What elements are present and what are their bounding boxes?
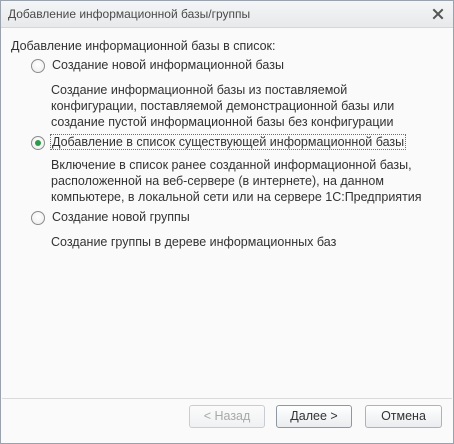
description-line: расположенной на веб-сервере (в интернет…: [51, 174, 384, 188]
option-new-infobase-description: Создание информационной базы из поставля…: [51, 82, 394, 130]
back-button[interactable]: < Назад: [189, 405, 265, 428]
button-separator: [2, 398, 452, 399]
title-bar: Добавление информационной базы/группы: [1, 1, 453, 28]
description-line: конфигурации, поставляемой демонстрацион…: [51, 99, 395, 113]
window-title: Добавление информационной базы/группы: [8, 7, 251, 21]
description-line: Включение в список ранее созданной инфор…: [51, 158, 412, 172]
next-button[interactable]: Далее >: [276, 405, 352, 428]
option-new-infobase-label[interactable]: Создание новой информационной базы: [51, 58, 285, 72]
option-add-existing-infobase-label[interactable]: Добавление в список существующей информа…: [49, 134, 407, 150]
cancel-button[interactable]: Отмена: [365, 405, 442, 428]
intro-label: Добавление информационной базы в список:: [11, 39, 276, 53]
close-icon[interactable]: [429, 5, 447, 23]
dialog-window: Добавление информационной базы/группы До…: [0, 0, 454, 444]
description-line: создание пустой информационной базы без …: [51, 115, 394, 129]
option-new-group-label[interactable]: Создание новой группы: [51, 210, 191, 224]
option-new-group-description: Создание группы в дереве информационных …: [51, 234, 336, 250]
option-add-existing-infobase-description: Включение в список ранее созданной инфор…: [51, 157, 422, 205]
description-line: Создание группы в дереве информационных …: [51, 235, 337, 249]
description-line: Создание информационной базы из поставля…: [51, 83, 348, 97]
radio-new-group[interactable]: [31, 211, 45, 225]
radio-new-infobase[interactable]: [31, 59, 45, 73]
radio-add-existing-infobase[interactable]: [31, 136, 45, 150]
description-line: компьютере, в локальной сети или на серв…: [51, 190, 422, 204]
dialog-content: Добавление информационной базы в список:…: [1, 28, 453, 443]
